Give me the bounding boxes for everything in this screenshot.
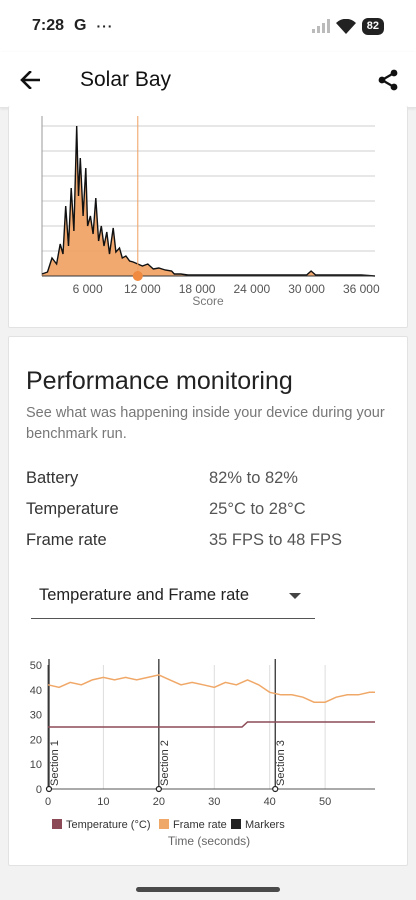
page-title: Solar Bay [80,67,172,91]
chart-legend: Temperature (°C) Frame rate Markers [52,819,285,831]
histogram-x-label: Score [192,294,224,308]
chart-x-tick: 0 [45,796,51,808]
chart-x-tick: 30 [208,796,220,808]
stat-value: 82% to 82% [209,469,298,487]
back-button[interactable] [0,52,60,108]
battery-icon: 82 [361,17,384,35]
chart-y-tick: 50 [30,660,42,672]
section-marker-label: Section 1 [49,740,61,786]
series-line-temperature [48,721,375,728]
section-description: See what was happening inside your devic… [26,405,385,442]
your-score-dot [132,271,143,281]
wifi-icon [335,18,356,34]
histogram-x-tick: 24 000 [233,282,270,296]
status-left: 7:28 G ··· [32,17,113,35]
share-button[interactable] [360,52,416,108]
dropdown-selected-value: Temperature and Frame rate [39,586,250,604]
legend-swatch [52,819,62,829]
section-marker-point [272,785,279,793]
status-bar: 7:28 G ··· 82 [0,0,416,52]
status-right: 82 [311,17,384,35]
series-line-frame-rate [47,674,375,703]
chart-x-label: Time (seconds) [168,834,250,848]
legend-label: Temperature (°C) [66,819,150,831]
stat-value: 35 FPS to 48 FPS [209,531,342,549]
section-marker-point [155,785,162,793]
stat-row-frame-rate: Frame rate 35 FPS to 48 FPS [26,531,386,550]
legend-swatch [159,819,169,829]
home-indicator[interactable] [136,887,280,892]
chart-y-tick: 20 [30,734,42,746]
stat-row-temperature: Temperature 25°C to 28°C [26,500,386,519]
stat-row-battery: Battery 82% to 82% [26,469,386,488]
back-arrow-icon [20,70,40,89]
signal-icon [311,19,330,33]
score-distribution-chart: 6 000 12 000 18 000 24 000 30 000 36 000 Scor… [41,116,380,308]
section-marker-label: Section 3 [275,740,287,786]
stat-label: Battery [26,469,79,487]
dropdown-arrow-icon [289,592,301,599]
performance-monitoring-card: Performance monitoring See what was happ… [8,336,408,866]
stat-value: 25°C to 28°C [209,500,306,518]
legend-swatch [231,819,241,829]
status-time: 7:28 [32,17,65,34]
chart-series-lines [47,674,375,728]
app-bar: Solar Bay [0,52,416,108]
notification-g-icon: G [74,17,87,34]
chart-y-tick: 10 [30,759,42,771]
chart-y-ticks: 0 10 20 30 40 50 [30,660,42,796]
histogram-x-tick: 30 000 [288,282,325,296]
section-marker-point [45,785,53,793]
histogram-x-ticks: 6 000 12 000 18 000 24 000 30 000 36 000 [73,282,380,296]
section-title: Performance monitoring [26,367,293,395]
chart-x-ticks: 0 10 20 30 40 50 [45,796,331,808]
share-icon [378,69,398,90]
chart-y-tick: 30 [30,710,42,722]
your-score-marker [132,116,143,281]
chart-x-tick: 20 [153,796,165,808]
histogram-x-tick: 36 000 [343,282,380,296]
section-marker-label: Section 2 [159,740,171,786]
stat-label: Temperature [26,500,119,518]
histogram-x-tick: 12 000 [124,282,161,296]
more-notifications-icon: ··· [96,18,114,34]
score-distribution-card: 6 000 12 000 18 000 24 000 30 000 36 000 Scor… [8,106,408,328]
chart-x-tick: 10 [97,796,109,808]
performance-chart: 0 10 20 30 40 50 0 10 20 30 40 50 Section 1 Section… [30,659,375,848]
legend-label: Frame rate [173,819,227,831]
stat-label: Frame rate [26,531,107,549]
chart-y-tick: 40 [30,685,42,697]
legend-label: Markers [245,819,285,831]
chart-x-tick: 50 [319,796,331,808]
chart-y-tick: 0 [36,784,42,796]
chart-metric-dropdown[interactable]: Temperature and Frame rate [31,573,315,619]
chart-x-tick: 40 [264,796,276,808]
histogram-x-tick: 6 000 [73,282,103,296]
